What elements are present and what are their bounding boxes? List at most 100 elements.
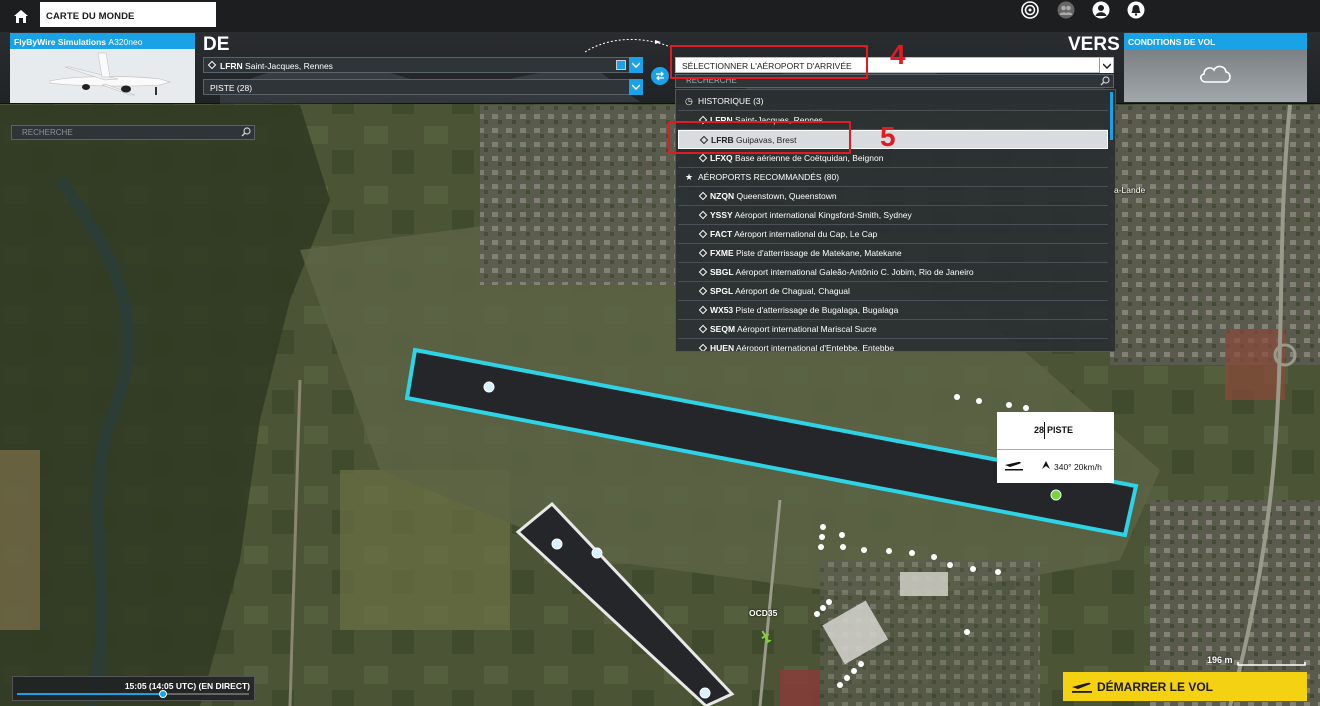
- item-icao: SEQM: [710, 324, 736, 334]
- dropdown-item-yssy[interactable]: YSSY Aéroport international Kingsford-Sm…: [678, 206, 1108, 225]
- world-map[interactable]: [0, 0, 1320, 706]
- time-of-day-bar[interactable]: 15:05 (14:05 UTC) (EN DIRECT): [12, 676, 255, 701]
- item-name: Aéroport international du Cap, Le Cap: [734, 229, 878, 239]
- time-slider[interactable]: [17, 690, 249, 698]
- item-icao: FACT: [710, 229, 733, 239]
- map-place-label: a-Lande: [1114, 185, 1146, 195]
- time-readout: 15:05 (14:05 UTC) (EN DIRECT): [124, 681, 250, 691]
- map-scale: 196 m: [1207, 655, 1233, 665]
- time-slider-handle[interactable]: [159, 690, 168, 698]
- notifications-button[interactable]: [1126, 0, 1146, 20]
- clock-icon: ◷: [685, 96, 693, 106]
- cloud-icon: [1200, 65, 1231, 83]
- item-icao: SPGL: [710, 286, 734, 296]
- satellite-imagery: [0, 0, 1320, 706]
- recommended-header-label: AÉROPORTS RECOMMANDÉS (80): [698, 172, 840, 182]
- airport-diamond-icon: [698, 191, 708, 201]
- airport-diamond-icon: [698, 267, 708, 277]
- departure-runway: PISTE (28): [210, 83, 253, 93]
- popup-separator: [997, 449, 1114, 450]
- aircraft-maker: FlyByWire Simulations: [14, 37, 107, 47]
- annotation-box-4: [670, 45, 868, 79]
- top-bar: CARTE DU MONDE: [0, 0, 1320, 32]
- home-icon: [14, 9, 28, 23]
- search-icon[interactable]: [241, 127, 251, 137]
- dropdown-item-spgl[interactable]: SPGL Aéroport de Chagual, Chagual: [678, 282, 1108, 301]
- departure-airport-field[interactable]: LFRN Saint-Jacques, Rennes: [203, 57, 643, 73]
- airport-diamond-icon: [698, 305, 708, 315]
- airport-diamond-icon: [698, 324, 708, 334]
- favorite-checkbox-icon[interactable]: [616, 60, 626, 70]
- conditions-title: CONDITIONS DE VOL: [1124, 33, 1307, 49]
- annotation-step-5: 5: [880, 121, 896, 152]
- profile-button[interactable]: [1091, 0, 1111, 20]
- profile-icon: [1092, 1, 1110, 19]
- flight-conditions-card[interactable]: CONDITIONS DE VOL: [1124, 33, 1307, 102]
- item-name: Aéroport international Mariscal Sucre: [736, 324, 877, 334]
- airport-diamond-icon: [698, 210, 708, 220]
- friends-button[interactable]: [1056, 0, 1076, 20]
- swap-icon: [656, 71, 664, 81]
- aircraft-model: A320neo: [108, 37, 143, 47]
- item-name: Aéroport international Kingsford-Smith, …: [734, 210, 912, 220]
- dropdown-item-huen[interactable]: HUEN Aéroport international d'Entebbe, E…: [678, 339, 1108, 352]
- runway-wind: 340° 20km/h: [1054, 462, 1102, 472]
- item-icao: FXME: [710, 248, 734, 258]
- runway-label: PISTE: [1047, 425, 1074, 435]
- home-button[interactable]: [8, 5, 34, 27]
- departure-icon: [1005, 461, 1023, 471]
- wind-icon: [1042, 461, 1050, 469]
- departure-runway-field[interactable]: PISTE (28): [203, 79, 643, 95]
- star-icon: ★: [685, 172, 694, 182]
- users-icon: [1057, 1, 1075, 19]
- dropdown-item-sbgl[interactable]: SBGL Aéroport international Galeão-Antôn…: [678, 263, 1108, 282]
- dropdown-item-seqm[interactable]: SEQM Aéroport international Mariscal Suc…: [678, 320, 1108, 339]
- map-search-placeholder: RECHERCHE: [22, 128, 73, 137]
- departure-airport-name: Saint-Jacques, Rennes: [245, 61, 333, 71]
- start-flight-label: DÉMARRER LE VOL: [1097, 680, 1214, 694]
- annotation-box-5: [668, 121, 851, 154]
- dropdown-item-nzqn[interactable]: NZQN Queenstown, Queenstown: [678, 187, 1108, 206]
- history-header-label: HISTORIQUE (3): [698, 96, 764, 106]
- chevron-down-icon[interactable]: [1099, 58, 1113, 73]
- item-name: Aéroport de Chagual, Chagual: [735, 286, 850, 296]
- dropdown-item-fxme[interactable]: FXME Piste d'atterrissage de Matekane, M…: [678, 244, 1108, 263]
- secondary-runway-label[interactable]: OCD35: [749, 608, 777, 618]
- item-name: Piste d'atterrissage de Matekane, Mateka…: [736, 248, 902, 258]
- item-name: Queenstown, Queenstown: [736, 191, 837, 201]
- airport-diamond-icon: [698, 248, 708, 258]
- notifications-icon: [1127, 1, 1145, 19]
- runway-number: 28: [1034, 425, 1045, 435]
- dropdown-item-wx53[interactable]: WX53 Piste d'atterrissage de Bugalaga, B…: [678, 301, 1108, 320]
- annotation-step-4: 4: [890, 39, 906, 70]
- item-icao: WX53: [710, 305, 734, 315]
- item-name: Piste d'atterrissage de Bugalaga, Bugala…: [735, 305, 899, 315]
- departure-heading: DE: [203, 34, 230, 55]
- start-flight-button[interactable]: DÉMARRER LE VOL: [1063, 672, 1307, 701]
- item-name: Aéroport international Galeão-Antônio C.…: [735, 267, 974, 277]
- aircraft-image: [10, 49, 195, 103]
- dropdown-scrollbar[interactable]: [1110, 92, 1113, 140]
- item-icao: SBGL: [710, 267, 734, 277]
- airport-diamond-icon: [207, 60, 217, 70]
- airport-diamond-icon: [698, 343, 708, 351]
- search-icon[interactable]: [1100, 76, 1110, 86]
- history-header: ◷ HISTORIQUE (3): [678, 92, 1108, 111]
- item-name: Base aérienne de Coëtquidan, Beignon: [735, 153, 884, 163]
- flight-path-arc: [585, 39, 674, 53]
- recommended-header: ★ AÉROPORTS RECOMMANDÉS (80): [678, 168, 1108, 187]
- airport-diamond-icon: [698, 229, 708, 239]
- aircraft-card[interactable]: FlyByWire Simulations A320neo: [10, 33, 195, 103]
- takeoff-icon: [1072, 682, 1092, 693]
- runway-popup[interactable]: 28 PISTE 340° 20km/h: [997, 412, 1114, 483]
- item-icao: HUEN: [710, 343, 735, 352]
- arrival-heading: VERS: [1068, 34, 1120, 55]
- tab-world-map[interactable]: CARTE DU MONDE: [40, 2, 216, 27]
- swap-airports-button[interactable]: [651, 67, 669, 85]
- chevron-down-icon[interactable]: [629, 57, 643, 73]
- dropdown-item-fact[interactable]: FACT Aéroport international du Cap, Le C…: [678, 225, 1108, 244]
- airport-diamond-icon: [698, 286, 708, 296]
- map-search-input[interactable]: RECHERCHE: [11, 125, 255, 140]
- activity-button[interactable]: [1020, 0, 1040, 20]
- chevron-down-icon[interactable]: [629, 79, 643, 95]
